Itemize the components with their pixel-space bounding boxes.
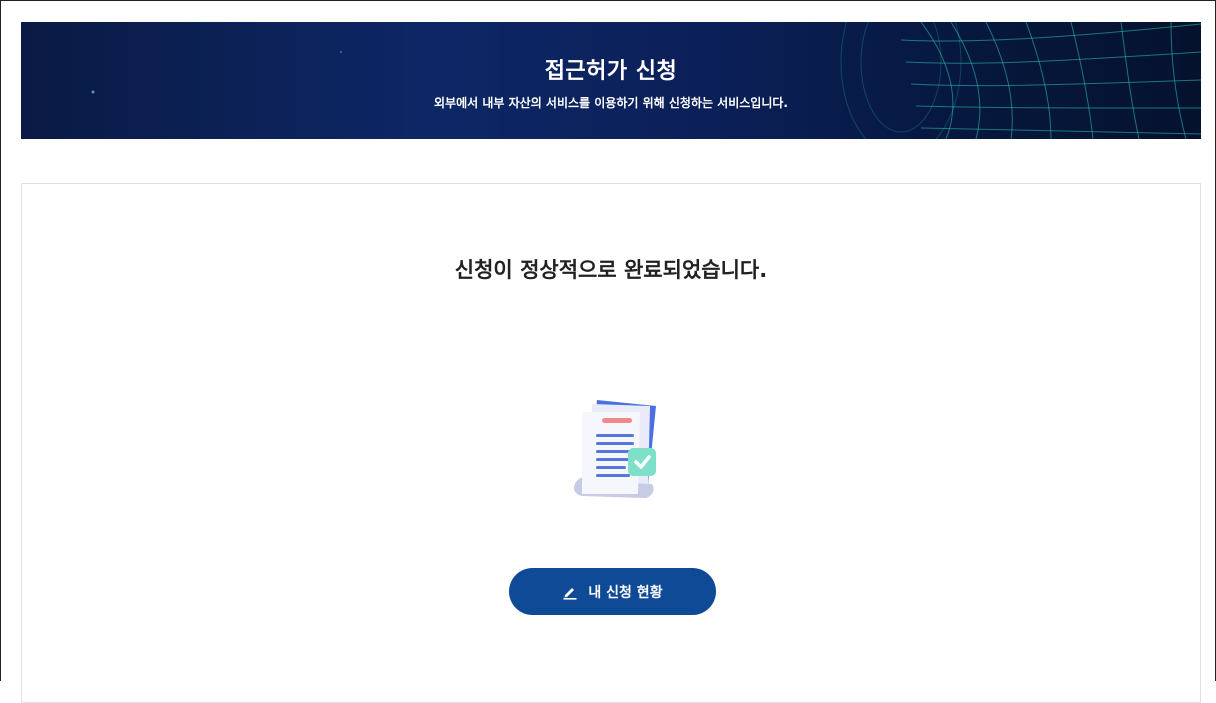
page-banner: 접근허가 신청 외부에서 내부 자산의 서비스를 이용하기 위해 신청하는 서비…	[21, 22, 1201, 139]
page-subtitle: 외부에서 내부 자산의 서비스를 이용하기 위해 신청하는 서비스입니다.	[434, 96, 788, 110]
completion-message: 신청이 정상적으로 완료되었습니다.	[454, 258, 768, 282]
my-application-status-label: 내 신청 현황	[588, 584, 663, 601]
result-card: 신청이 정상적으로 완료되었습니다. 내 신청 현황	[21, 183, 1201, 703]
page-title: 접근허가 신청	[544, 59, 678, 84]
pencil-icon	[562, 584, 578, 600]
my-application-status-button[interactable]: 내 신청 현황	[509, 568, 716, 615]
document-check-icon	[552, 394, 662, 508]
